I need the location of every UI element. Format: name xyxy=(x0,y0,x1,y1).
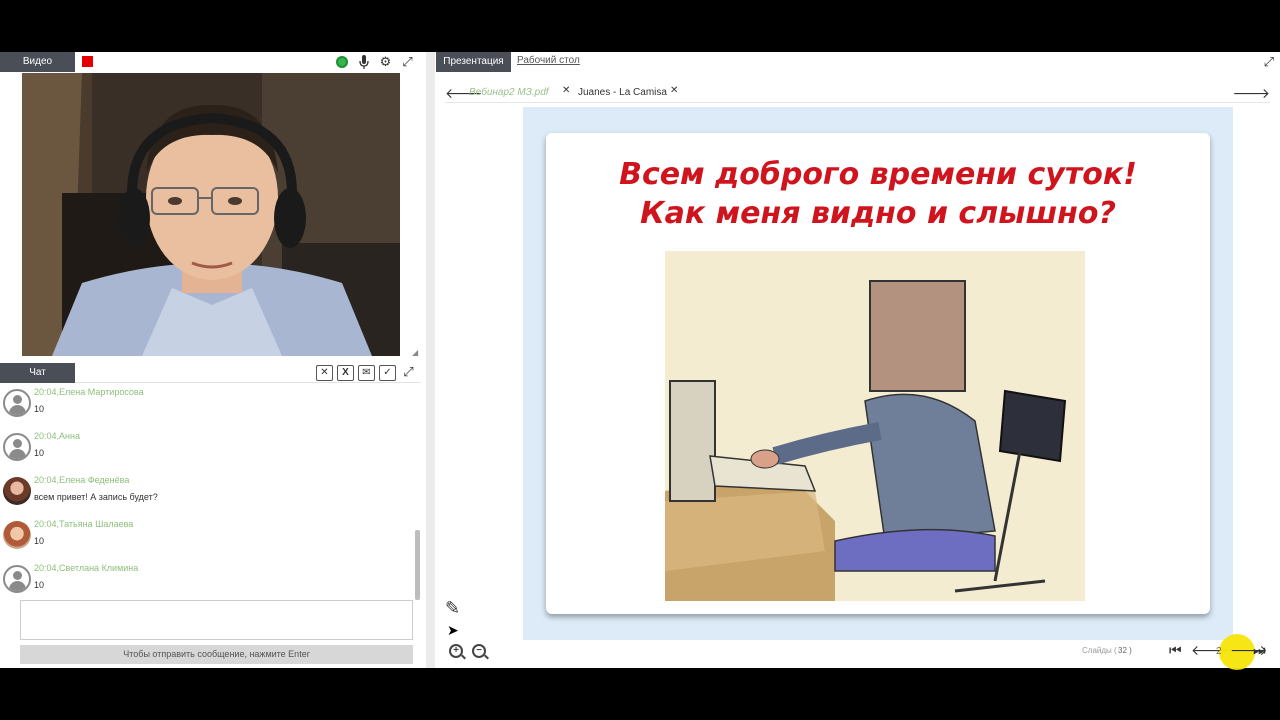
avatar xyxy=(3,477,31,505)
tab-presentation[interactable]: Презентация xyxy=(436,52,511,72)
zoom-out-icon[interactable]: − xyxy=(472,644,486,658)
message-text: 10 xyxy=(34,404,45,414)
avatar xyxy=(3,565,31,593)
tab-desktop[interactable]: Рабочий стол xyxy=(517,55,580,66)
presentation-area: Презентация Рабочий стол ⤢ 🡐 Вебинар2 МЗ… xyxy=(435,52,1280,670)
camera-status-icon[interactable] xyxy=(333,54,350,70)
check-icon[interactable]: ✓ xyxy=(379,365,396,381)
column-divider[interactable] xyxy=(426,52,435,668)
slides-label: Слайды ( xyxy=(1082,646,1117,655)
avatar xyxy=(3,521,31,549)
message-text: 10 xyxy=(34,448,45,458)
message-author: 20:04,Светлана Климина xyxy=(34,563,139,573)
message-text: 10 xyxy=(34,536,45,546)
microphone-icon[interactable] xyxy=(355,54,372,70)
slides-total: 32 ) xyxy=(1118,646,1132,655)
webinar-app: Видео ⚙ ⤢ ◢ Чат ✕ X ✉ ✓ ⤢ 20:04,Елена Ма… xyxy=(0,52,1280,670)
pointer-icon[interactable]: ➤ xyxy=(447,622,459,639)
pencil-icon[interactable]: ✎ xyxy=(445,598,460,619)
message-author: 20:04,Анна xyxy=(34,431,80,441)
chat-scrollbar[interactable] xyxy=(415,530,420,600)
resize-handle[interactable]: ◢ xyxy=(412,348,418,357)
chat-message: 20:04,Елена Феденёва всем привет! А запи… xyxy=(0,473,414,517)
record-indicator[interactable] xyxy=(82,56,93,67)
expand-icon[interactable]: ⤢ xyxy=(1264,54,1274,70)
chat-message: 20:04,Анна 10 xyxy=(0,429,414,473)
gear-icon[interactable]: ⚙ xyxy=(377,54,394,70)
doc-tab[interactable]: Juanes - La Camisa xyxy=(578,87,667,98)
chat-message: 20:04,Татьяна Шалаева 10 xyxy=(0,517,414,561)
message-text: всем привет! А запись будет? xyxy=(34,492,158,502)
left-column: Видео ⚙ ⤢ ◢ Чат ✕ X ✉ ✓ ⤢ 20:04,Елена Ма… xyxy=(0,52,421,668)
presentation-header: Презентация Рабочий стол ⤢ xyxy=(435,52,1280,72)
first-slide-icon[interactable]: ⏮ xyxy=(1169,642,1182,659)
document-tabs: 🡐 Вебинар2 МЗ.pdf ✕ Juanes - La Camisa ✕… xyxy=(445,85,1270,103)
chat-message: 20:04,Елена Мартиросова 10 xyxy=(0,385,414,429)
slide: Всем доброго времени суток! Как меня вид… xyxy=(546,133,1210,614)
slide-title-line1: Всем доброго времени суток! xyxy=(619,157,1137,192)
last-slide-icon[interactable]: ⏭ xyxy=(1253,642,1266,659)
expand-icon[interactable]: ⤢ xyxy=(400,365,417,381)
close-doc-icon[interactable]: ✕ xyxy=(562,85,570,96)
avatar xyxy=(3,389,31,417)
chat-panel-header: Чат ✕ X ✉ ✓ ⤢ xyxy=(0,363,421,383)
chat-tab[interactable]: Чат xyxy=(0,363,75,383)
video-tab[interactable]: Видео xyxy=(0,52,75,72)
send-hint: Чтобы отправить сообщение, нажмите Enter xyxy=(20,645,413,664)
slide-title: Всем доброго времени суток! Как меня вид… xyxy=(546,155,1210,233)
doc-tab[interactable]: Вебинар2 МЗ.pdf xyxy=(469,87,549,98)
chat-input[interactable] xyxy=(20,600,413,640)
video-toolbar: ⚙ ⤢ xyxy=(333,54,416,70)
webcam-video xyxy=(22,73,400,356)
message-author: 20:04,Елена Мартиросова xyxy=(34,387,144,397)
message-text: 10 xyxy=(34,580,45,590)
expand-icon[interactable]: ⤢ xyxy=(399,54,416,70)
chat-toolbar: ✕ X ✉ ✓ ⤢ xyxy=(316,365,417,381)
current-slide-number[interactable]: 2 xyxy=(1216,646,1222,657)
mail-icon[interactable]: ✉ xyxy=(358,365,375,381)
close-doc-icon[interactable]: ✕ xyxy=(670,85,678,96)
chat-message: 20:04,Светлана Климина 10 xyxy=(0,561,414,597)
avatar xyxy=(3,433,31,461)
message-author: 20:04,Елена Феденёва xyxy=(34,475,130,485)
chat-messages: 20:04,Елена Мартиросова 10 20:04,Анна 10… xyxy=(0,385,414,597)
excel-export-icon[interactable]: X xyxy=(337,365,354,381)
slide-title-line2: Как меня видно и слышно? xyxy=(640,196,1116,231)
next-doc-arrow-icon[interactable]: 🡒 xyxy=(1232,85,1270,101)
slide-illustration xyxy=(665,251,1085,601)
slide-viewport: Всем доброго времени суток! Как меня вид… xyxy=(523,107,1233,640)
message-author: 20:04,Татьяна Шалаева xyxy=(34,519,134,529)
clear-chat-icon[interactable]: ✕ xyxy=(316,365,333,381)
video-panel-header: Видео ⚙ ⤢ xyxy=(0,52,421,72)
zoom-in-icon[interactable]: + xyxy=(449,644,463,658)
